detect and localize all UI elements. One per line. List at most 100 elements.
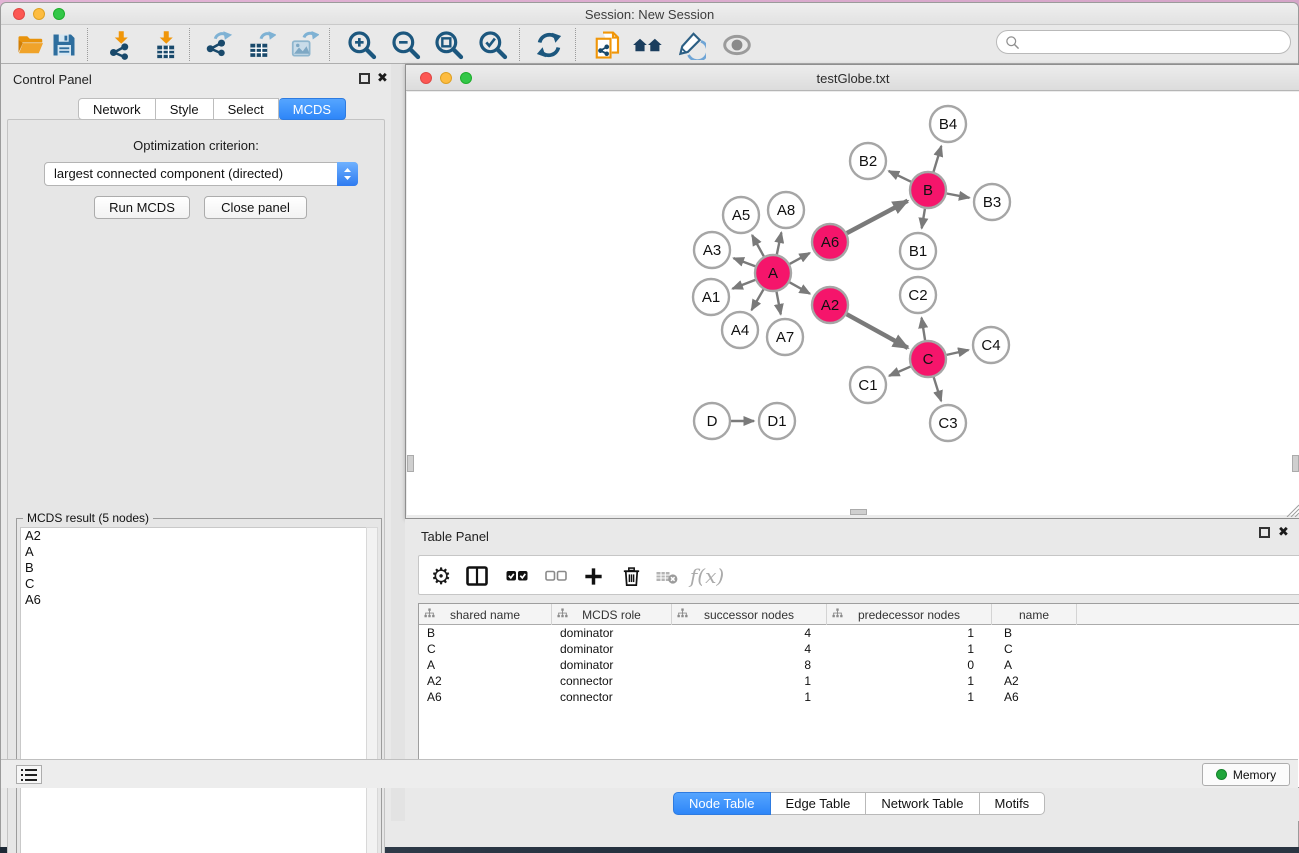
- search-input[interactable]: [1025, 35, 1290, 49]
- graph-node-A5[interactable]: A5: [723, 197, 759, 233]
- import-network-icon[interactable]: [104, 28, 138, 62]
- graph-edge-C-C4[interactable]: [947, 350, 969, 355]
- table-row[interactable]: A2connector11A2: [419, 673, 1299, 689]
- mcds-result-item[interactable]: A2: [21, 528, 367, 544]
- graph-edge-A-A2[interactable]: [790, 282, 810, 293]
- column-header-shared-name[interactable]: shared name: [419, 604, 552, 625]
- mcds-result-item[interactable]: C: [21, 576, 367, 592]
- delete-table-icon[interactable]: [651, 560, 683, 592]
- graph-edge-A-A7[interactable]: [777, 292, 781, 315]
- tab-style[interactable]: Style: [156, 98, 214, 120]
- export-image-icon[interactable]: [287, 28, 321, 62]
- graph-node-B3[interactable]: B3: [974, 184, 1010, 220]
- graph-node-A1[interactable]: A1: [693, 279, 729, 315]
- open-folder-icon[interactable]: [14, 28, 48, 62]
- search-field[interactable]: [996, 30, 1291, 54]
- graph-edge-B-B4[interactable]: [934, 146, 942, 172]
- graph-edge-A6-B[interactable]: [847, 201, 908, 233]
- graph-node-B2[interactable]: B2: [850, 143, 886, 179]
- zoom-fit-icon[interactable]: [432, 28, 466, 62]
- panel-splitter[interactable]: [391, 64, 405, 821]
- gear-icon[interactable]: ⚙: [425, 560, 457, 592]
- table-row[interactable]: Bdominator41B: [419, 625, 1299, 641]
- tab-network[interactable]: Network: [78, 98, 156, 120]
- optimization-criterion-dropdown[interactable]: largest connected component (directed): [44, 162, 358, 186]
- zoom-selected-icon[interactable]: [476, 28, 510, 62]
- network-window-titlebar[interactable]: testGlobe.txt: [406, 65, 1299, 91]
- tab-node-table[interactable]: Node Table: [673, 792, 771, 815]
- eye-icon[interactable]: [720, 28, 754, 62]
- graph-node-B4[interactable]: B4: [930, 106, 966, 142]
- mcds-result-item[interactable]: B: [21, 560, 367, 576]
- graph-edge-C-C2[interactable]: [922, 318, 926, 341]
- table-close-panel-icon[interactable]: ✖: [1278, 524, 1289, 540]
- tab-mcds[interactable]: MCDS: [279, 98, 346, 120]
- mcds-result-scrollbar[interactable]: [366, 527, 378, 853]
- mcds-result-item[interactable]: A6: [21, 592, 367, 608]
- mcds-result-list[interactable]: A2ABCA6: [20, 527, 368, 853]
- columns-icon[interactable]: [461, 560, 493, 592]
- column-header-predecessor-nodes[interactable]: predecessor nodes: [827, 604, 992, 625]
- graph-node-C[interactable]: C: [910, 341, 946, 377]
- trash-icon[interactable]: [615, 560, 647, 592]
- network-vscrollbar-right[interactable]: [1292, 455, 1299, 472]
- zoom-in-icon[interactable]: [345, 28, 379, 62]
- column-header-successor-nodes[interactable]: successor nodes: [672, 604, 827, 625]
- table-row[interactable]: Adominator80A: [419, 657, 1299, 673]
- graph-edge-A-A1[interactable]: [732, 280, 755, 289]
- network-hscrollbar[interactable]: [850, 509, 867, 515]
- graph-edge-A2-C[interactable]: [847, 314, 908, 348]
- graph-edge-A-A4[interactable]: [752, 289, 764, 310]
- tab-select[interactable]: Select: [214, 98, 279, 120]
- graph-edge-C-C1[interactable]: [889, 367, 910, 376]
- clone-network-icon[interactable]: [591, 28, 625, 62]
- task-history-button[interactable]: [16, 765, 42, 784]
- graph-node-A2[interactable]: A2: [812, 287, 848, 323]
- graph-node-D[interactable]: D: [694, 403, 730, 439]
- column-header-mcds-role[interactable]: MCDS role: [552, 604, 672, 625]
- graph-node-A6[interactable]: A6: [812, 224, 848, 260]
- tab-edge-table[interactable]: Edge Table: [771, 792, 867, 815]
- save-icon[interactable]: [47, 28, 81, 62]
- export-table-icon[interactable]: [244, 28, 278, 62]
- graph-edge-A-A8[interactable]: [777, 233, 782, 255]
- refresh-icon[interactable]: [532, 28, 566, 62]
- graph-node-C1[interactable]: C1: [850, 367, 886, 403]
- close-panel-icon[interactable]: ✖: [377, 70, 388, 86]
- graph-node-A8[interactable]: A8: [768, 192, 804, 228]
- export-network-icon[interactable]: [202, 28, 236, 62]
- graph-node-A3[interactable]: A3: [694, 232, 730, 268]
- graph-edge-B-B1[interactable]: [922, 209, 925, 229]
- graph-node-B[interactable]: B: [910, 172, 946, 208]
- graph-node-D1[interactable]: D1: [759, 403, 795, 439]
- network-graph[interactable]: B4B2BB3A8A5A6A3B1AC2A1A2A4A7C4CC1DD1C3: [407, 92, 1299, 515]
- zoom-out-icon[interactable]: [389, 28, 423, 62]
- table-row[interactable]: A6connector11A6: [419, 689, 1299, 705]
- graph-edge-A-A5[interactable]: [752, 235, 764, 256]
- checkboxes-checked-icon[interactable]: [501, 560, 533, 592]
- graph-node-A[interactable]: A: [755, 255, 791, 291]
- homes-icon[interactable]: [631, 28, 665, 62]
- tab-network-table[interactable]: Network Table: [866, 792, 979, 815]
- resize-grip-icon[interactable]: [1284, 502, 1299, 517]
- graph-node-C3[interactable]: C3: [930, 405, 966, 441]
- column-header-name[interactable]: name: [992, 604, 1077, 625]
- graph-edge-B-B3[interactable]: [947, 194, 970, 198]
- tab-motifs[interactable]: Motifs: [980, 792, 1046, 815]
- graph-edge-B-B2[interactable]: [889, 171, 911, 182]
- graph-edge-A-A3[interactable]: [734, 258, 756, 266]
- import-table-icon[interactable]: [149, 28, 183, 62]
- graph-edge-C-C3[interactable]: [934, 377, 941, 401]
- table-row[interactable]: Cdominator41C: [419, 641, 1299, 657]
- plus-icon[interactable]: [577, 560, 609, 592]
- checkboxes-unchecked-icon[interactable]: [540, 560, 572, 592]
- graph-node-C4[interactable]: C4: [973, 327, 1009, 363]
- network-vscrollbar-left[interactable]: [407, 455, 414, 472]
- network-canvas[interactable]: B4B2BB3A8A5A6A3B1AC2A1A2A4A7C4CC1DD1C3: [407, 92, 1299, 515]
- table-float-panel-icon[interactable]: [1259, 527, 1270, 538]
- graph-node-B1[interactable]: B1: [900, 233, 936, 269]
- close-panel-button[interactable]: Close panel: [204, 196, 307, 219]
- graph-node-A7[interactable]: A7: [767, 319, 803, 355]
- graph-edge-A-A6[interactable]: [790, 253, 810, 264]
- float-panel-icon[interactable]: [359, 73, 370, 84]
